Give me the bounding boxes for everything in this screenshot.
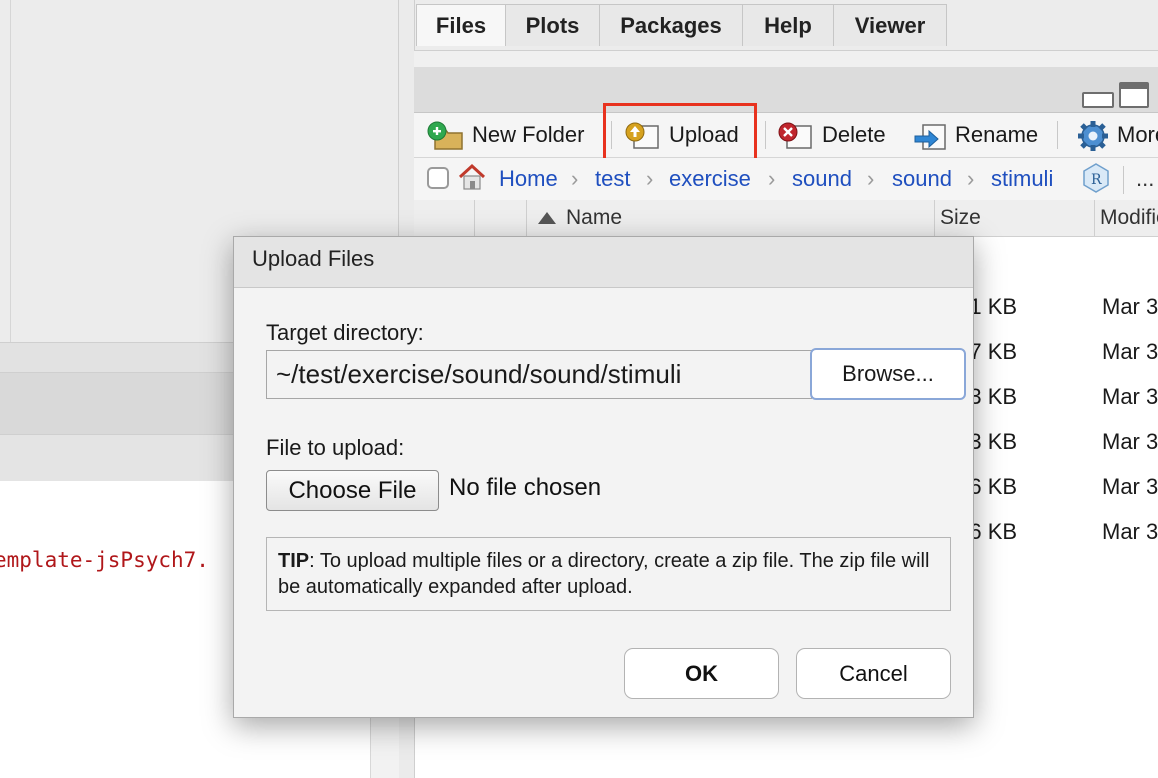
home-icon[interactable] xyxy=(457,162,487,192)
column-header-size[interactable]: Size xyxy=(940,200,981,236)
file-modified-cell: Mar 3 xyxy=(1102,339,1158,364)
browse-button[interactable]: Browse... xyxy=(810,348,966,400)
r-project-icon[interactable]: R xyxy=(1080,162,1112,194)
file-modified-cell: Mar 3 xyxy=(1102,474,1158,499)
tip-label: TIP xyxy=(278,550,310,572)
rename-button[interactable]: Rename xyxy=(955,113,1038,157)
tip-text: : To upload multiple files or a director… xyxy=(278,550,930,598)
svg-text:R: R xyxy=(1091,172,1102,188)
chevron-right-icon: › xyxy=(867,166,875,191)
breadcrumb-test[interactable]: test xyxy=(595,158,630,200)
target-directory-label: Target directory: xyxy=(266,320,424,345)
column-separator xyxy=(1094,200,1095,236)
chevron-right-icon: › xyxy=(967,166,975,191)
breadcrumb-sound-2[interactable]: sound xyxy=(892,158,952,200)
gear-icon xyxy=(1078,121,1108,151)
toolbar-separator xyxy=(1123,166,1124,194)
rename-icon xyxy=(914,124,946,150)
files-tabbar xyxy=(414,67,1158,113)
cancel-button[interactable]: Cancel xyxy=(796,648,951,699)
chevron-right-icon: › xyxy=(646,166,654,191)
tab-files[interactable]: Files xyxy=(416,4,506,46)
tip-box: TIP: To upload multiple files or a direc… xyxy=(266,537,951,611)
console-output-line: emplate-jsPsych7. xyxy=(0,548,209,572)
toolbar-separator xyxy=(1057,121,1058,149)
delete-button[interactable]: Delete xyxy=(822,113,886,157)
toolbar-separator xyxy=(765,121,766,149)
column-separator xyxy=(526,200,527,236)
target-directory-field[interactable]: ~/test/exercise/sound/sound/stimuli xyxy=(266,350,812,399)
tab-viewer[interactable]: Viewer xyxy=(833,4,947,46)
choose-file-button[interactable]: Choose File xyxy=(266,470,439,511)
breadcrumb-stimuli[interactable]: stimuli xyxy=(991,158,1053,200)
column-separator xyxy=(934,200,935,236)
tab-plots[interactable]: Plots xyxy=(505,4,600,46)
more-button[interactable]: More xyxy=(1117,113,1158,157)
tab-help[interactable]: Help xyxy=(742,4,834,46)
chevron-right-icon: › xyxy=(768,166,776,191)
column-header-name[interactable]: Name xyxy=(566,200,622,236)
new-folder-icon xyxy=(427,121,463,150)
file-status-text: No file chosen xyxy=(449,474,602,501)
maximize-pane-icon[interactable] xyxy=(1119,82,1149,108)
file-modified-cell: Mar 3 xyxy=(1102,294,1158,319)
file-modified-cell: Mar 3 xyxy=(1102,429,1158,454)
breadcrumb-home[interactable]: Home xyxy=(499,158,558,200)
file-to-upload-label: File to upload: xyxy=(266,435,405,460)
breadcrumb-sound[interactable]: sound xyxy=(792,158,852,200)
dialog-title: Upload Files xyxy=(252,246,375,271)
sort-ascending-icon xyxy=(538,212,556,224)
column-separator xyxy=(474,200,475,236)
tab-packages[interactable]: Packages xyxy=(599,4,743,46)
new-folder-button[interactable]: New Folder xyxy=(472,113,584,157)
delete-icon xyxy=(778,122,812,149)
file-modified-cell: Mar 3 xyxy=(1102,384,1158,409)
select-all-checkbox[interactable] xyxy=(427,167,449,189)
breadcrumb-exercise[interactable]: exercise xyxy=(669,158,751,200)
minimize-pane-icon[interactable] xyxy=(1082,92,1114,108)
file-modified-cell: Mar 3 xyxy=(1102,519,1158,544)
column-header-modified[interactable]: Modified xyxy=(1100,200,1158,236)
ok-button[interactable]: OK xyxy=(624,648,779,699)
breadcrumb-overflow-button[interactable]: ... xyxy=(1136,158,1154,200)
chevron-right-icon: › xyxy=(571,166,579,191)
